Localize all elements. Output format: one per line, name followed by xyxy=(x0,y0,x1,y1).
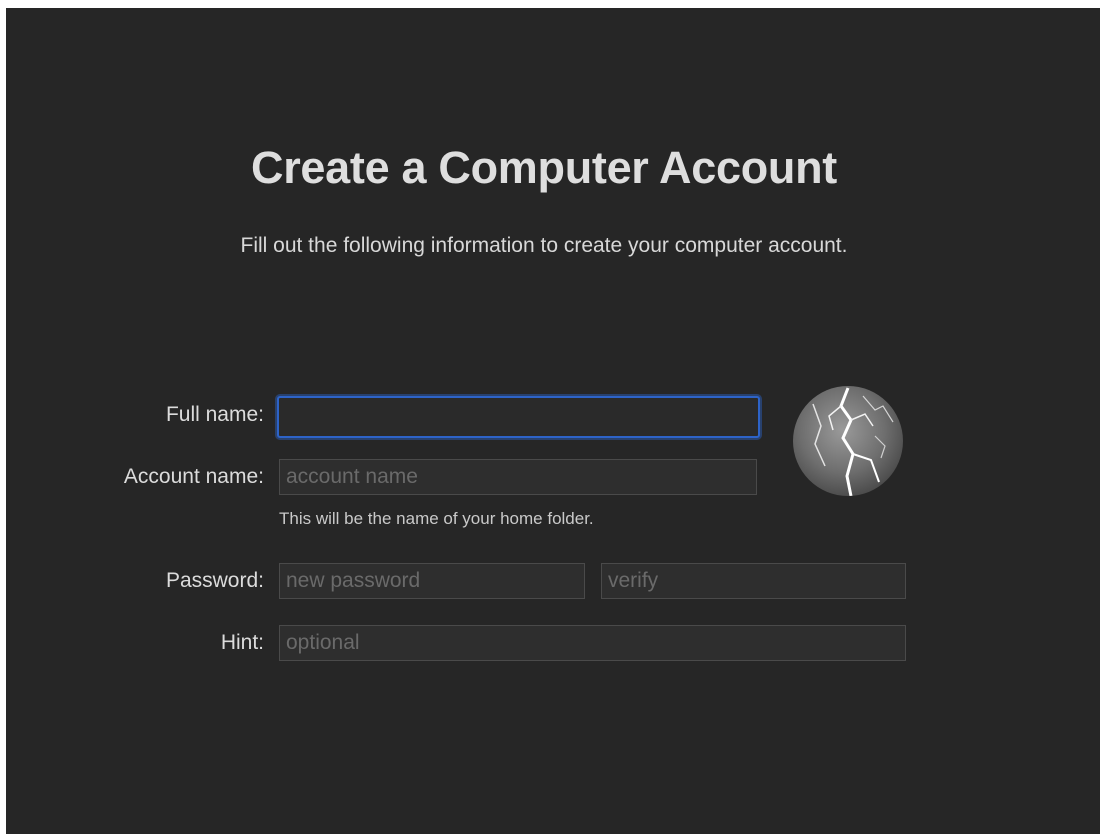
hint-label: Hint: xyxy=(220,631,264,654)
new-password-input[interactable] xyxy=(279,563,585,599)
page-title: Create a Computer Account xyxy=(251,142,837,193)
user-picture-avatar[interactable] xyxy=(793,386,903,496)
account-name-input[interactable] xyxy=(279,459,757,495)
full-name-label: Full name: xyxy=(165,403,264,426)
verify-password-input[interactable] xyxy=(601,563,906,599)
account-name-helper: This will be the name of your home folde… xyxy=(279,509,594,528)
lightning-icon xyxy=(793,386,903,496)
hint-input[interactable] xyxy=(279,625,906,661)
account-name-label: Account name: xyxy=(123,465,264,488)
password-label: Password: xyxy=(165,569,264,592)
full-name-input[interactable] xyxy=(277,396,760,438)
page-subtitle: Fill out the following information to cr… xyxy=(240,234,848,257)
